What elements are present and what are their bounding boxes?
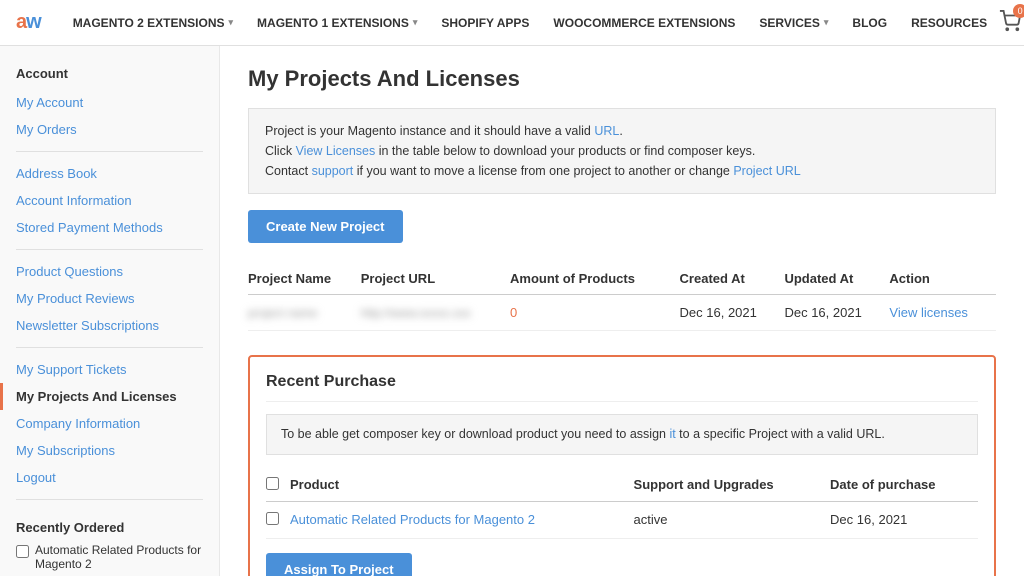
recently-ordered-product-name: Automatic Related Products for Magento 2 <box>35 543 203 571</box>
sidebar-item-account-information[interactable]: Account Information <box>0 187 219 214</box>
info-box: Project is your Magento instance and it … <box>248 108 996 194</box>
sidebar-item-stored-payment[interactable]: Stored Payment Methods <box>0 214 219 241</box>
info-url-link[interactable]: URL <box>594 124 619 138</box>
purchase-table: Product Support and Upgrades Date of pur… <box>266 469 978 539</box>
sidebar-item-newsletter[interactable]: Newsletter Subscriptions <box>0 312 219 339</box>
row-checkbox[interactable] <box>266 512 279 525</box>
col-created-at: Created At <box>680 263 785 295</box>
purchase-table-row: Automatic Related Products for Magento 2… <box>266 501 978 538</box>
nav-magento2[interactable]: MAGENTO 2 EXTENSIONS ▾ <box>61 0 245 46</box>
sidebar-divider-3 <box>16 347 203 348</box>
assign-info-box: To be able get composer key or download … <box>266 414 978 455</box>
cart-button[interactable]: 0 <box>999 10 1021 35</box>
info-line1: Project is your Magento instance and it … <box>265 121 979 141</box>
col-project-name: Project Name <box>248 263 361 295</box>
blurred-project-name: project name <box>248 306 317 320</box>
sidebar-item-subscriptions[interactable]: My Subscriptions <box>0 437 219 464</box>
col-project-url: Project URL <box>361 263 510 295</box>
col-amount: Amount of Products <box>510 263 680 295</box>
info-project-url-link[interactable]: Project URL <box>733 164 800 178</box>
page-layout: Account My Account My Orders Address Boo… <box>0 46 1024 576</box>
project-url-cell: http://www.xxxxx.xxx <box>361 295 510 331</box>
account-section-title: Account <box>0 62 219 89</box>
nav-shopify[interactable]: SHOPIFY APPS <box>429 0 541 46</box>
nav-woocommerce[interactable]: WOOCOMMERCE EXTENSIONS <box>541 0 747 46</box>
sidebar-item-projects-licenses[interactable]: My Projects And Licenses <box>0 383 219 410</box>
col-updated-at: Updated At <box>784 263 889 295</box>
recently-ordered-checkbox[interactable] <box>16 545 29 558</box>
cart-badge: 0 <box>1013 4 1024 18</box>
sidebar-item-support-tickets[interactable]: My Support Tickets <box>0 356 219 383</box>
nav-resources[interactable]: RESOURCES <box>899 0 999 46</box>
view-licenses-link[interactable]: View licenses <box>889 295 996 331</box>
chevron-down-icon: ▾ <box>824 17 829 28</box>
sidebar-divider <box>16 151 203 152</box>
sidebar: Account My Account My Orders Address Boo… <box>0 46 220 576</box>
sidebar-divider-2 <box>16 249 203 250</box>
recently-ordered-item: Automatic Related Products for Magento 2 <box>16 543 203 571</box>
sidebar-item-my-account[interactable]: My Account <box>0 89 219 116</box>
sidebar-item-company-info[interactable]: Company Information <box>0 410 219 437</box>
info-view-licenses-link[interactable]: View Licenses <box>296 144 376 158</box>
row-checkbox-cell <box>266 501 290 538</box>
recently-ordered-section: Recently Ordered Automatic Related Produ… <box>0 508 219 576</box>
project-name-cell: project name <box>248 295 361 331</box>
sidebar-item-logout[interactable]: Logout <box>0 464 219 491</box>
top-nav: aw MAGENTO 2 EXTENSIONS ▾ MAGENTO 1 EXTE… <box>0 0 1024 46</box>
col-date-purchase: Date of purchase <box>830 469 978 502</box>
chevron-down-icon: ▾ <box>229 17 234 28</box>
blurred-project-url: http://www.xxxxx.xxx <box>361 306 471 320</box>
logo[interactable]: aw <box>16 11 41 34</box>
info-line2: Click View Licenses in the table below t… <box>265 141 979 161</box>
chevron-down-icon: ▾ <box>413 17 418 28</box>
sidebar-item-my-orders[interactable]: My Orders <box>0 116 219 143</box>
info-text-project: Project <box>265 124 304 138</box>
nav-blog[interactable]: BLOG <box>840 0 899 46</box>
recently-ordered-title: Recently Ordered <box>16 520 203 535</box>
col-checkbox <box>266 469 290 502</box>
product-name-cell[interactable]: Automatic Related Products for Magento 2 <box>290 501 634 538</box>
create-new-project-button[interactable]: Create New Project <box>248 210 403 243</box>
logo-letter-w: w <box>26 11 41 34</box>
recent-purchase-title: Recent Purchase <box>266 373 978 402</box>
select-all-checkbox[interactable] <box>266 477 279 490</box>
sidebar-item-address-book[interactable]: Address Book <box>0 160 219 187</box>
nav-magento1[interactable]: MAGENTO 1 EXTENSIONS ▾ <box>245 0 429 46</box>
nav-items: MAGENTO 2 EXTENSIONS ▾ MAGENTO 1 EXTENSI… <box>61 0 999 46</box>
table-row: project name http://www.xxxxx.xxx 0 Dec … <box>248 295 996 331</box>
created-at-cell: Dec 16, 2021 <box>680 295 785 331</box>
assign-to-project-button[interactable]: Assign To Project <box>266 553 412 576</box>
logo-letter-a: a <box>16 11 26 34</box>
sidebar-item-product-reviews[interactable]: My Product Reviews <box>0 285 219 312</box>
recent-purchase-box: Recent Purchase To be able get composer … <box>248 355 996 576</box>
updated-at-cell: Dec 16, 2021 <box>784 295 889 331</box>
sidebar-divider-4 <box>16 499 203 500</box>
col-product: Product <box>290 469 634 502</box>
col-support: Support and Upgrades <box>634 469 831 502</box>
date-purchase-cell: Dec 16, 2021 <box>830 501 978 538</box>
support-status-cell: active <box>634 501 831 538</box>
nav-services[interactable]: SERVICES ▾ <box>747 0 840 46</box>
sidebar-item-product-questions[interactable]: Product Questions <box>0 258 219 285</box>
nav-right: 0 <box>999 10 1021 35</box>
assign-it-link[interactable]: it <box>669 427 675 441</box>
projects-table: Project Name Project URL Amount of Produ… <box>248 263 996 331</box>
col-action: Action <box>889 263 996 295</box>
page-title: My Projects And Licenses <box>248 66 996 92</box>
main-content: My Projects And Licenses Project is your… <box>220 46 1024 576</box>
info-line3: Contact support if you want to move a li… <box>265 161 979 181</box>
amount-cell: 0 <box>510 295 680 331</box>
info-support-link[interactable]: support <box>312 164 354 178</box>
